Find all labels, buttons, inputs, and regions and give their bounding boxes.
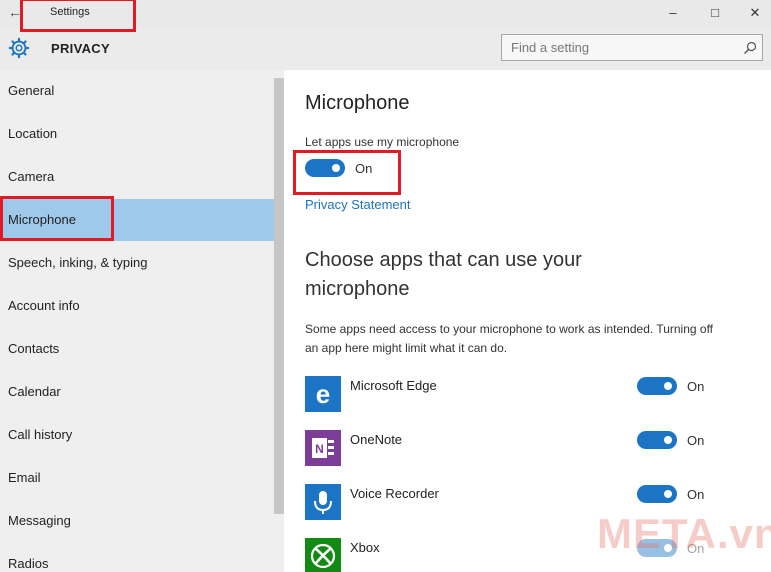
toggle-knob: [664, 382, 672, 390]
sidebar-item-messaging[interactable]: Messaging: [0, 500, 274, 542]
sidebar-item-label: Calendar: [8, 384, 61, 399]
sidebar-item-account-info[interactable]: Account info: [0, 285, 274, 327]
watermark-logo: META.vn: [597, 510, 771, 557]
edge-icon: e: [305, 376, 341, 412]
app-name-voice-recorder: Voice Recorder: [350, 486, 439, 501]
xbox-icon: [305, 538, 341, 572]
sidebar-item-camera[interactable]: Camera: [0, 156, 274, 198]
highlight-microphone-item: [0, 196, 114, 241]
sidebar-item-location[interactable]: Location: [0, 113, 274, 155]
search-icon[interactable]: [743, 41, 757, 55]
voice-recorder-toggle[interactable]: [637, 485, 677, 503]
onenote-icon: N: [305, 430, 341, 466]
sidebar-scrollbar[interactable]: [274, 78, 284, 514]
highlight-settings-title: [20, 0, 136, 32]
sidebar-item-radios[interactable]: Radios: [0, 543, 274, 572]
main-content: Microphone Let apps use my microphone On…: [284, 70, 771, 572]
section-title: PRIVACY: [51, 41, 110, 56]
svg-text:N: N: [315, 442, 324, 456]
toggle-knob: [664, 436, 672, 444]
maximize-button[interactable]: □: [697, 2, 733, 24]
gear-icon: [8, 37, 30, 59]
sidebar-item-label: Account info: [8, 298, 80, 313]
privacy-statement-link[interactable]: Privacy Statement: [305, 197, 411, 212]
edge-toggle[interactable]: [637, 377, 677, 395]
sidebar-item-label: General: [8, 83, 55, 98]
sidebar-item-calendar[interactable]: Calendar: [0, 371, 274, 413]
onenote-state: On: [687, 433, 705, 448]
highlight-master-toggle: [293, 150, 401, 195]
sidebar-item-label: Radios: [8, 556, 49, 571]
voice-recorder-icon: [305, 484, 341, 520]
search-box[interactable]: [501, 34, 763, 61]
sidebar-item-contacts[interactable]: Contacts: [0, 328, 274, 370]
toggle-knob: [664, 490, 672, 498]
search-input[interactable]: [502, 35, 727, 60]
voice-recorder-state: On: [687, 487, 705, 502]
sidebar-item-label: Speech, inking, & typing: [8, 255, 148, 270]
minimize-button[interactable]: –: [655, 2, 691, 24]
choose-apps-description: Some apps need access to your microphone…: [305, 322, 714, 355]
sidebar-item-label: Location: [8, 126, 58, 141]
sidebar-item-speech[interactable]: Speech, inking, & typing: [0, 242, 274, 284]
sidebar: General Location Camera Microphone Speec…: [0, 70, 284, 572]
sidebar-item-label: Contacts: [8, 341, 60, 356]
sidebar-item-general[interactable]: General: [0, 70, 274, 112]
sidebar-item-call-history[interactable]: Call history: [0, 414, 274, 456]
close-button[interactable]: ✕: [737, 2, 771, 24]
app-name-onenote: OneNote: [350, 432, 403, 447]
allow-label: Let apps use my microphone: [305, 135, 460, 149]
settings-header: PRIVACY: [0, 28, 771, 70]
sidebar-item-label: Messaging: [8, 513, 71, 528]
onenote-toggle[interactable]: [637, 431, 677, 449]
app-name-xbox: Xbox: [350, 540, 380, 555]
sidebar-item-label: Camera: [8, 169, 55, 184]
sidebar-item-email[interactable]: Email: [0, 457, 274, 499]
svg-text:e: e: [316, 379, 330, 409]
page-title: Microphone: [305, 92, 410, 114]
choose-apps-heading: Choose apps that can use your microphone: [305, 249, 582, 300]
sidebar-item-label: Email: [8, 470, 41, 485]
sidebar-item-label: Call history: [8, 427, 73, 442]
app-name-edge: Microsoft Edge: [350, 378, 437, 393]
edge-state: On: [687, 379, 705, 394]
